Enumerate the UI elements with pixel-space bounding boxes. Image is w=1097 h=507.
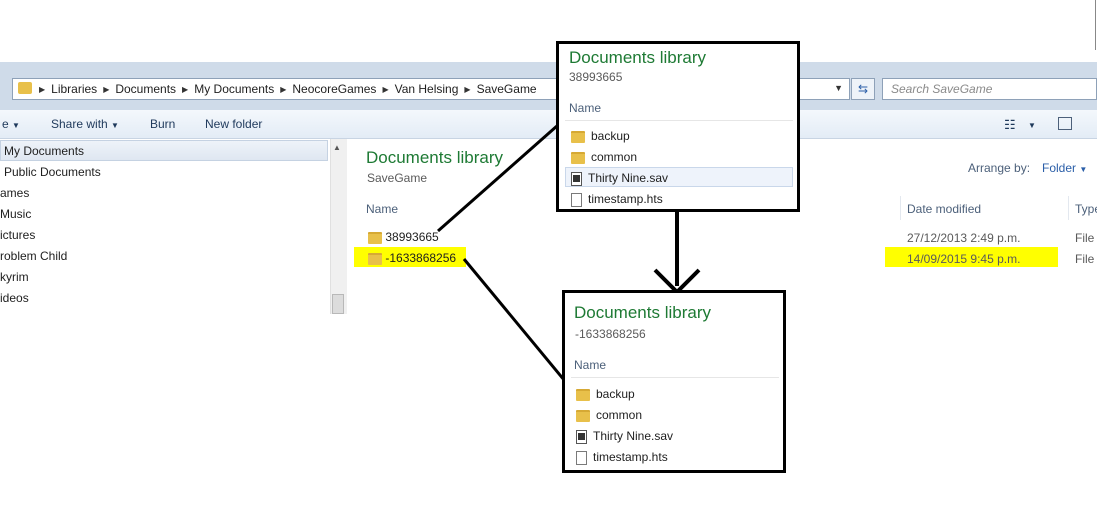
popup-item-label: common bbox=[596, 408, 643, 422]
popup-item[interactable]: backup bbox=[576, 387, 635, 401]
popup-item[interactable]: backup bbox=[571, 129, 630, 143]
save-file-icon bbox=[571, 171, 582, 186]
popup-item[interactable]: common bbox=[571, 150, 637, 164]
annotation-lines bbox=[437, 116, 701, 393]
document-icon bbox=[576, 450, 587, 465]
popup-item[interactable]: common bbox=[576, 408, 642, 422]
popup-item-label: Thirty Nine.sav bbox=[593, 429, 674, 443]
popup-item-label: backup bbox=[596, 387, 635, 401]
popup-item-label: backup bbox=[591, 129, 630, 143]
folder-icon bbox=[571, 151, 585, 164]
popup-subtitle: 38993665 bbox=[569, 70, 623, 84]
folder-icon bbox=[576, 388, 590, 401]
folder-icon bbox=[576, 409, 590, 422]
folder-preview-popup-bottom: Documents library -1633868256 Name backu… bbox=[562, 290, 786, 473]
folder-preview-popup-top: Documents library 38993665 Name backup c… bbox=[556, 41, 800, 212]
popup-item[interactable]: Thirty Nine.sav bbox=[571, 171, 668, 186]
popup-item-label: Thirty Nine.sav bbox=[588, 171, 669, 185]
popup-item-label: timestamp.hts bbox=[588, 192, 663, 206]
divider bbox=[565, 120, 793, 121]
document-icon bbox=[571, 192, 582, 207]
popup-item[interactable]: Thirty Nine.sav bbox=[576, 429, 673, 444]
popup-title: Documents library bbox=[569, 48, 706, 67]
popup-title: Documents library bbox=[574, 303, 711, 322]
divider bbox=[571, 377, 779, 378]
popup-column-name: Name bbox=[569, 101, 602, 115]
popup-item[interactable]: timestamp.hts bbox=[571, 192, 663, 207]
popup-subtitle: -1633868256 bbox=[575, 327, 646, 341]
popup-column-name: Name bbox=[574, 358, 607, 372]
save-file-icon bbox=[576, 429, 587, 444]
popup-item-label: timestamp.hts bbox=[593, 450, 668, 464]
annotation-line bbox=[462, 258, 576, 393]
popup-item[interactable]: timestamp.hts bbox=[576, 450, 668, 465]
popup-item-label: common bbox=[591, 150, 638, 164]
window-edge bbox=[1095, 0, 1096, 50]
folder-icon bbox=[571, 130, 585, 143]
annotation-line bbox=[437, 116, 567, 233]
